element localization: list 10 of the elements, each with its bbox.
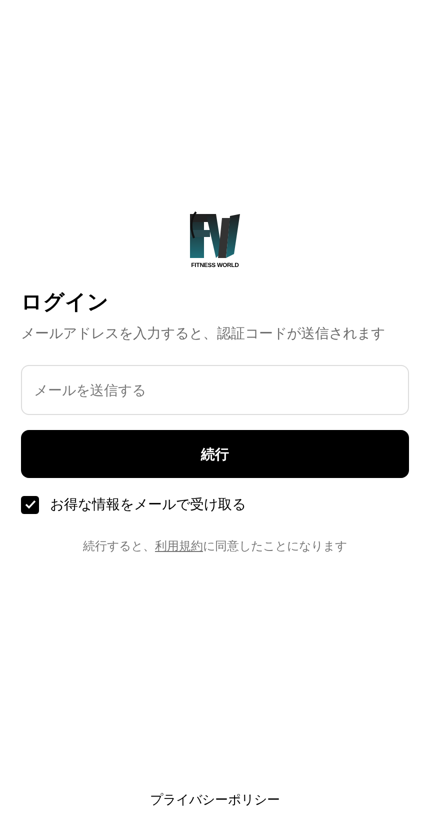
privacy-policy-link[interactable]: プライバシーポリシー — [150, 790, 280, 809]
subtitle: メールアドレスを入力すると、認証コードが送信されます — [21, 324, 386, 343]
terms-link[interactable]: 利用規約 — [155, 539, 203, 553]
continue-button[interactable]: 続行 — [21, 430, 409, 478]
newsletter-label: お得な情報をメールで受け取る — [50, 495, 246, 514]
email-field[interactable]: メールを送信する — [21, 365, 409, 415]
page-title: ログイン — [21, 290, 110, 316]
check-icon — [24, 500, 36, 509]
terms-notice: 続行すると、利用規約に同意したことになります — [82, 538, 348, 555]
newsletter-checkbox[interactable] — [21, 496, 39, 514]
